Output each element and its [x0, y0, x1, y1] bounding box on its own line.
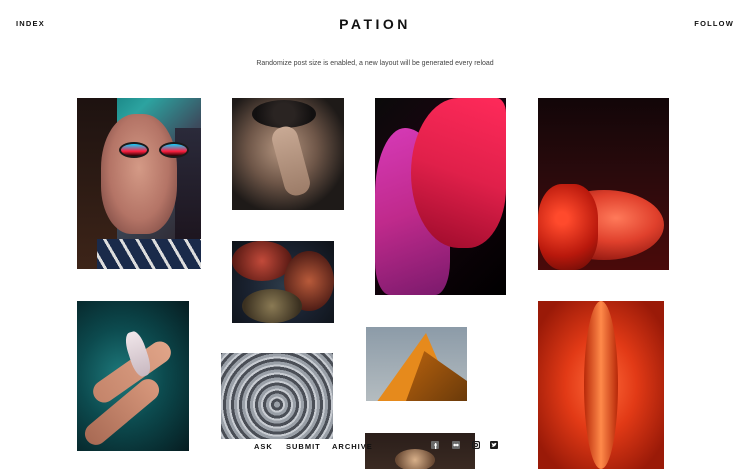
follow-link[interactable]: FOLLOW: [694, 19, 734, 28]
submit-link[interactable]: SUBMIT: [286, 442, 321, 451]
photo-post-kiss[interactable]: [375, 98, 506, 295]
archive-link[interactable]: ARCHIVE: [332, 442, 373, 451]
photo-detail: [159, 142, 189, 158]
photo-post-hand-portrait[interactable]: [232, 98, 344, 210]
photo-detail: [119, 142, 149, 158]
ask-link[interactable]: ASK: [254, 442, 273, 451]
photo-detail: [269, 123, 313, 199]
photo-detail: [538, 184, 598, 270]
twitter-icon[interactable]: [490, 441, 498, 449]
photo-detail: [97, 239, 201, 269]
photo-post-red-hair[interactable]: [538, 98, 669, 270]
instagram-icon[interactable]: [472, 441, 480, 449]
photo-detail: [242, 289, 302, 323]
photo-post-ornate-ceiling[interactable]: [221, 353, 333, 439]
photo-post-orange-architecture[interactable]: [366, 327, 467, 401]
flickr-icon[interactable]: [452, 441, 460, 449]
photo-detail: [411, 98, 506, 248]
photo-detail: [232, 241, 292, 281]
layout-notice: Randomize post size is enabled, a new la…: [256, 60, 494, 67]
photo-post-hands-in-water[interactable]: [77, 301, 189, 451]
photo-detail: [252, 100, 316, 128]
facebook-icon[interactable]: [431, 441, 439, 449]
footer-nav: ASK SUBMIT ARCHIVE: [0, 440, 750, 454]
site-title[interactable]: PATION: [0, 16, 750, 32]
photo-post-sunglasses-portrait[interactable]: [77, 98, 201, 269]
photo-detail: [101, 114, 177, 234]
photo-post-plants[interactable]: [232, 241, 334, 323]
